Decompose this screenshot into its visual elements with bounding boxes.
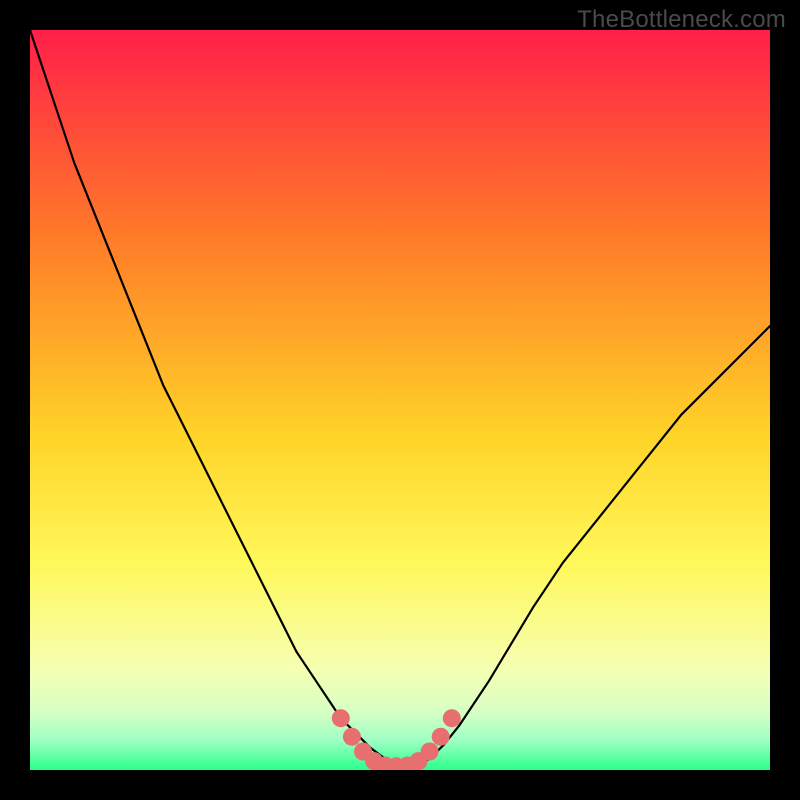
chart-frame: TheBottleneck.com — [0, 0, 800, 800]
curve-marker — [443, 709, 461, 727]
curve-marker — [421, 743, 439, 761]
bottleneck-plot — [30, 30, 770, 770]
plot-svg — [30, 30, 770, 770]
curve-marker — [343, 728, 361, 746]
watermark-text: TheBottleneck.com — [577, 6, 786, 34]
gradient-background — [30, 30, 770, 770]
curve-marker — [432, 728, 450, 746]
curve-marker — [332, 709, 350, 727]
